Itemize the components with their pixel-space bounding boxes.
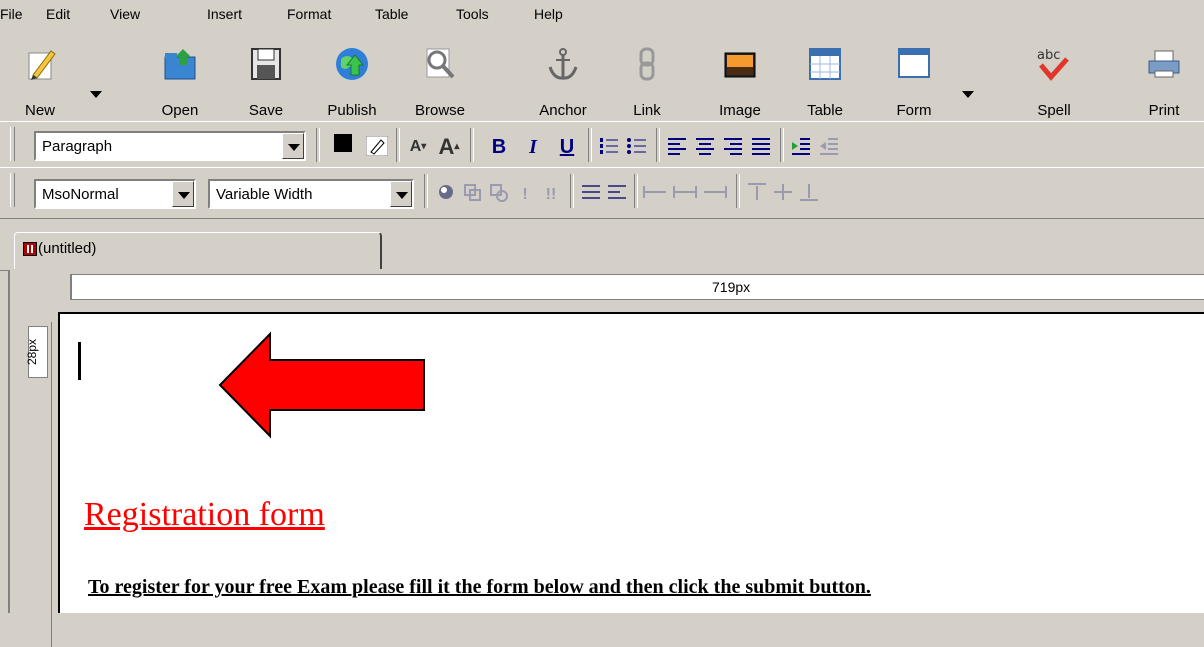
text-color-button[interactable] <box>330 132 360 160</box>
font-family-select[interactable]: Variable Width <box>208 179 414 209</box>
paragraph-style-select[interactable]: Paragraph <box>34 131 306 161</box>
svg-text:abc: abc <box>1037 48 1060 63</box>
indent-icon[interactable] <box>790 136 812 156</box>
numbered-list-icon[interactable] <box>598 136 620 156</box>
anchor-icon <box>548 48 578 80</box>
valign-alt-icon[interactable] <box>606 182 628 202</box>
publish-button[interactable]: Publish <box>322 45 382 119</box>
menu-tools[interactable]: Tools <box>456 6 489 22</box>
align-top-icon[interactable] <box>746 182 768 202</box>
spell-check-icon: abc <box>1037 48 1069 81</box>
new-document-icon <box>28 50 56 80</box>
important-icon[interactable]: ! <box>518 182 532 208</box>
form-button[interactable]: Form <box>884 45 944 119</box>
printer-icon <box>1148 50 1180 78</box>
registration-instructions: To register for your free Exam please fi… <box>88 576 871 598</box>
toolbar-separator <box>588 128 592 162</box>
align-justify-icon[interactable] <box>750 136 772 156</box>
style-sheet-icon[interactable] <box>436 182 458 202</box>
form-window-icon <box>898 48 930 78</box>
row-height-label: 28px <box>25 326 48 378</box>
foreground-color-icon <box>334 134 352 152</box>
italic-button[interactable]: I <box>520 134 546 160</box>
link-button[interactable]: Link <box>617 45 677 119</box>
layer-back-icon[interactable] <box>488 182 510 202</box>
chain-link-icon <box>639 47 655 81</box>
menu-insert[interactable]: Insert <box>207 6 242 22</box>
align-middle-icon[interactable] <box>772 182 794 202</box>
align-left-icon[interactable] <box>666 136 688 156</box>
save-button[interactable]: Save <box>236 45 296 119</box>
publish-globe-icon <box>336 48 368 80</box>
class-style-select[interactable]: MsoNormal <box>34 179 196 209</box>
chevron-down-icon[interactable] <box>390 181 412 207</box>
table-grid-icon <box>809 48 841 80</box>
toolbar-separator <box>396 128 400 162</box>
bold-button[interactable]: B <box>484 134 514 160</box>
horizontal-ruler: 719px <box>70 274 1204 300</box>
left-arrow-annotation <box>218 331 425 439</box>
toolbar-separator <box>780 128 784 162</box>
new-button[interactable]: New <box>10 45 70 119</box>
menu-bar: File Edit View Insert Format Table Tools… <box>0 0 1204 33</box>
highlight-pencil-icon[interactable] <box>365 135 389 157</box>
toolbar-grip[interactable] <box>10 127 15 161</box>
increase-font-size-button[interactable]: A▴ <box>434 134 464 160</box>
anchor-button[interactable]: Anchor <box>533 45 593 119</box>
editor-frame: 719px 28px Registration form To register… <box>8 270 1204 647</box>
vertical-ruler: 28px <box>25 322 52 647</box>
html-document-icon <box>23 242 37 256</box>
floppy-disk-icon <box>251 48 281 80</box>
spacing-left-icon[interactable] <box>642 182 668 202</box>
new-dropdown-icon[interactable] <box>90 91 102 98</box>
document-tab-strip: (untitled) <box>0 228 1204 271</box>
image-icon <box>724 52 756 78</box>
decrease-font-size-button[interactable]: A▾ <box>405 134 431 160</box>
browse-button[interactable]: Browse <box>410 45 470 119</box>
layer-front-icon[interactable] <box>462 182 484 202</box>
underline-button[interactable]: U <box>552 134 582 160</box>
magnifier-icon <box>426 48 455 79</box>
main-toolbar: New Open Save Publish Browse Anchor Link… <box>0 33 1204 121</box>
text-caret <box>78 342 81 380</box>
menu-format[interactable]: Format <box>287 6 331 22</box>
spacing-right-icon[interactable] <box>702 182 728 202</box>
spell-button[interactable]: abc Spell <box>1024 45 1084 119</box>
toolbar-separator <box>316 128 320 162</box>
menu-view[interactable]: View <box>110 6 140 22</box>
document-tab[interactable]: (untitled) <box>14 232 382 269</box>
form-dropdown-icon[interactable] <box>962 91 974 98</box>
align-center-icon[interactable] <box>694 136 716 156</box>
editing-canvas[interactable]: Registration form To register for your f… <box>58 312 1204 613</box>
image-button[interactable]: Image <box>710 45 770 119</box>
chevron-down-icon[interactable] <box>172 181 194 207</box>
menu-file[interactable]: File <box>0 6 23 22</box>
toolbar-separator <box>736 174 740 208</box>
table-button[interactable]: Table <box>795 45 855 119</box>
toolbar-separator <box>570 174 574 208</box>
chevron-down-icon[interactable] <box>282 133 304 159</box>
menu-table[interactable]: Table <box>375 6 408 22</box>
spacing-both-icon[interactable] <box>672 182 698 202</box>
toolbar-grip[interactable] <box>10 173 15 207</box>
menu-edit[interactable]: Edit <box>46 6 70 22</box>
align-right-icon[interactable] <box>722 136 744 156</box>
toolbar-separator <box>634 174 638 208</box>
registration-heading: Registration form <box>84 496 325 533</box>
menu-help[interactable]: Help <box>534 6 563 22</box>
toolbar-separator <box>424 174 428 208</box>
very-important-icon[interactable]: !! <box>540 182 562 208</box>
print-button[interactable]: Print <box>1134 45 1194 119</box>
open-folder-icon <box>164 49 196 80</box>
open-button[interactable]: Open <box>150 45 210 119</box>
format-toolbar: Paragraph A▾ A▴ B I U <box>0 121 1204 169</box>
style-toolbar: MsoNormal Variable Width ! !! <box>0 167 1204 219</box>
align-bottom-icon[interactable] <box>798 182 820 202</box>
toolbar-separator <box>656 128 660 162</box>
toolbar-separator <box>470 128 474 162</box>
valign-icon[interactable] <box>580 182 602 202</box>
outdent-icon[interactable] <box>818 136 840 156</box>
bulleted-list-icon[interactable] <box>626 136 648 156</box>
